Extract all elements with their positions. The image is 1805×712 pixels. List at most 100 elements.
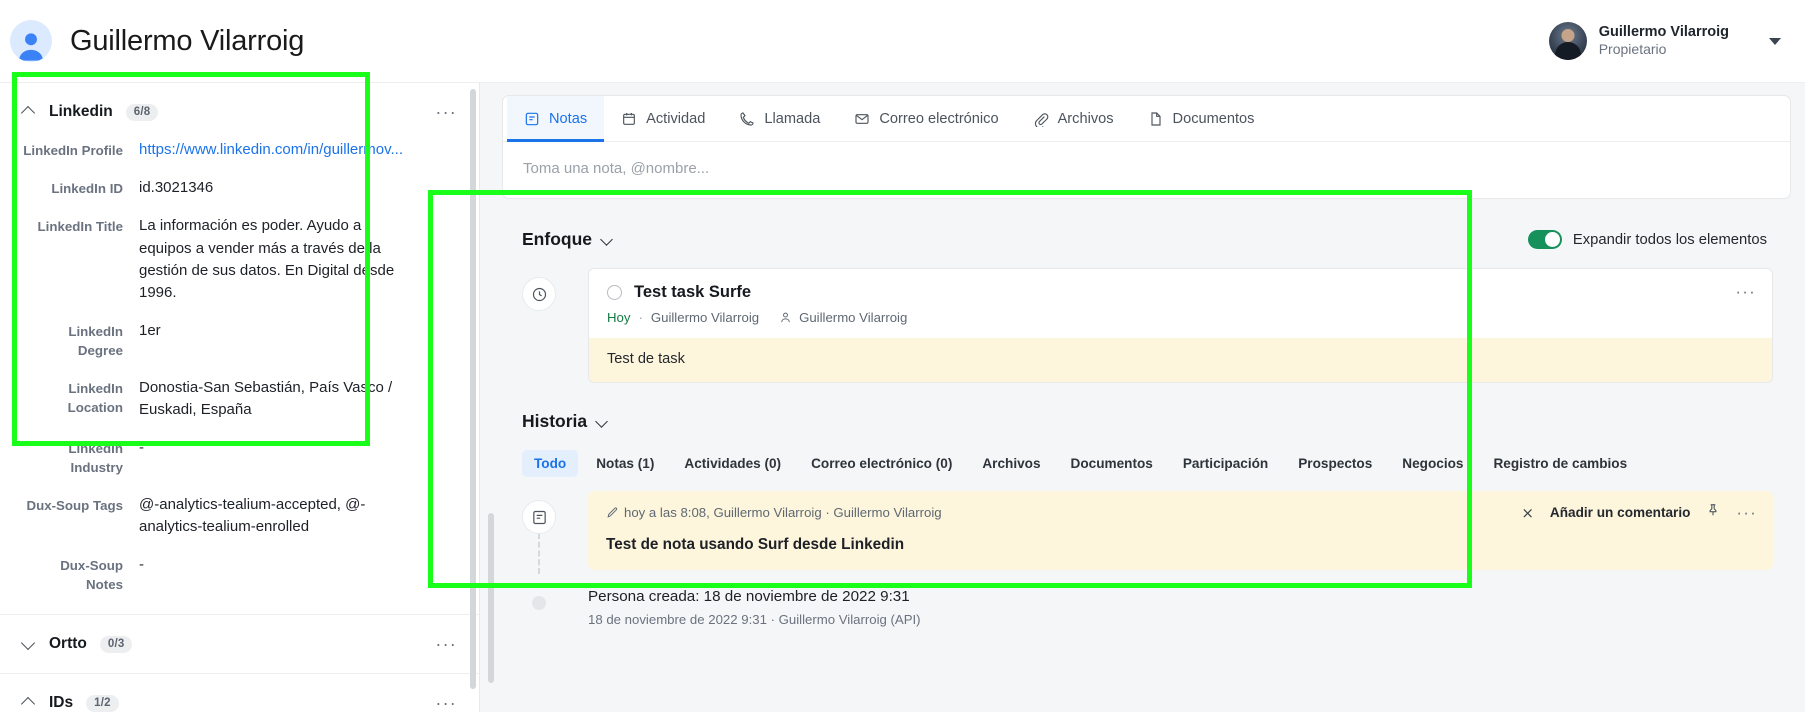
section-title: Ortto	[49, 635, 87, 653]
section-more-icon[interactable]: ···	[435, 635, 457, 653]
history-tab-participacion[interactable]: Participación	[1171, 450, 1280, 477]
history-tab-registro-de-cambios[interactable]: Registro de cambios	[1481, 450, 1639, 477]
app-root: Guillermo Vilarroig Guillermo Vilarroig …	[0, 0, 1805, 712]
section-count-badge: 6/8	[125, 103, 159, 121]
user-meta: Guillermo Vilarroig Propietario	[1599, 23, 1729, 59]
history-tab-documentos[interactable]: Documentos	[1059, 450, 1165, 477]
tab-documentos[interactable]: Documentos	[1131, 96, 1272, 141]
note-meta-text: hoy a las 8:08, Guillermo Vilarroig · Gu…	[624, 505, 942, 520]
tab-label: Correo electrónico	[879, 111, 999, 127]
history-tab-correo-electronico[interactable]: Correo electrónico (0)	[799, 450, 964, 477]
field-row: LinkedIn Title La información es poder. …	[22, 215, 453, 304]
field-label: Dux-Soup Notes	[60, 557, 123, 593]
history-tab-archivos[interactable]: Archivos	[970, 450, 1052, 477]
expand-all-toggle-wrap[interactable]: Expandir todos los elementos	[1527, 230, 1767, 249]
pin-icon[interactable]	[1706, 503, 1720, 522]
user-icon	[781, 312, 790, 323]
field-value-linkedin-profile[interactable]: https://www.linkedin.com/in/guillermov..…	[139, 139, 403, 161]
focus-header: Enfoque Expandir todos los elementos	[522, 229, 1773, 250]
note-meta: hoy a las 8:08, Guillermo Vilarroig · Gu…	[606, 505, 942, 520]
field-value-linkedin-id: id.3021346	[139, 179, 214, 197]
user-name: Guillermo Vilarroig	[1598, 24, 1729, 41]
field-value-dux-soup-tags: @-analytics-tealium-accepted, @-analytic…	[139, 495, 366, 535]
chevron-up-icon[interactable]	[22, 105, 36, 119]
sidebar-scrollbar-thumb[interactable]	[470, 89, 476, 689]
user-role: Propietario	[1598, 41, 1667, 58]
section-header-linkedin[interactable]: Linkedin 6/8	[22, 101, 453, 123]
focus-title-toggle[interactable]: Enfoque	[522, 229, 613, 250]
section-more-icon[interactable]: ···	[435, 103, 457, 121]
tab-llamada[interactable]: Llamada	[722, 96, 837, 141]
expand-all-toggle[interactable]	[1527, 230, 1562, 249]
field-value-dux-soup-notes: -	[139, 555, 144, 573]
top-bar-left: Guillermo Vilarroig	[10, 20, 304, 62]
note-icon	[525, 112, 539, 126]
tab-label: Documentos	[1172, 111, 1255, 127]
tab-label: Notas	[549, 111, 588, 127]
section-title: Linkedin	[49, 103, 113, 120]
history-tab-todo[interactable]: Todo	[522, 450, 579, 477]
history-tab-notas[interactable]: Notas (1)	[584, 450, 666, 477]
field-row: LinkedIn Industry -	[22, 437, 453, 478]
timeline-connector	[538, 533, 540, 574]
clock-icon	[522, 277, 556, 311]
event-title: Persona creada: 18 de noviembre de 2022 …	[588, 588, 910, 605]
composer-tabs: Notas Actividad Llamada Correo electróni…	[503, 96, 1790, 142]
field-row: Dux-Soup Notes -	[22, 554, 453, 595]
field-list-linkedin: LinkedIn Profile https://www.linkedin.co…	[22, 139, 453, 594]
page-title: Guillermo Vilarroig	[70, 24, 305, 57]
history-tab-actividades[interactable]: Actividades (0)	[672, 450, 793, 477]
field-label: Dux-Soup Tags	[26, 497, 123, 513]
task-timeline-row: Test task Surfe Hoy · Guillermo Vilarroi…	[522, 268, 1773, 383]
note-more-icon[interactable]: ···	[1736, 504, 1757, 521]
phone-icon	[740, 112, 754, 126]
history-tab-prospectos[interactable]: Prospectos	[1286, 450, 1384, 477]
field-row: Dux-Soup Tags @-analytics-tealium-accept…	[22, 494, 453, 538]
avatar	[1548, 22, 1587, 60]
chevron-down-icon[interactable]	[601, 234, 613, 246]
field-value-linkedin-industry: -	[139, 439, 144, 457]
paperclip-icon	[1034, 113, 1048, 127]
chevron-down-icon[interactable]	[22, 637, 36, 651]
tab-actividad[interactable]: Actividad	[604, 96, 722, 141]
section-header-ortto[interactable]: Ortto 0/3	[22, 633, 453, 655]
field-label: LinkedIn ID	[51, 181, 123, 197]
sidebar-section-linkedin: Linkedin 6/8 ··· LinkedIn Profile https:…	[0, 83, 479, 616]
collapse-icon[interactable]: ⨯	[1521, 504, 1534, 522]
note-input[interactable]: Toma una nota, @nombre...	[503, 142, 1790, 198]
task-header: Test task Surfe Hoy · Guillermo Vilarroi…	[589, 269, 1772, 338]
task-meta-separator: ·	[638, 310, 643, 325]
tab-correo-electronico[interactable]: Correo electrónico	[837, 96, 1015, 141]
pencil-icon	[607, 507, 618, 518]
chevron-down-icon[interactable]	[596, 416, 608, 428]
task-meta: Hoy · Guillermo Vilarroig Guillermo Vila…	[607, 310, 1754, 325]
tab-notas[interactable]: Notas	[507, 96, 605, 142]
chevron-down-icon[interactable]	[1769, 37, 1781, 45]
note-actions: ⨯ Añadir un comentario ···	[1521, 503, 1757, 522]
field-row: LinkedIn Degree 1er	[22, 320, 453, 361]
note-composer: Notas Actividad Llamada Correo electróni…	[502, 95, 1791, 199]
add-comment-button[interactable]: Añadir un comentario	[1550, 505, 1690, 520]
task-body: Test de task	[589, 338, 1772, 382]
section-header-ids[interactable]: IDs 1/2	[22, 692, 453, 712]
focus-title: Enfoque	[522, 229, 592, 249]
section-more-icon[interactable]: ···	[435, 694, 457, 712]
expand-all-label: Expandir todos los elementos	[1572, 231, 1767, 248]
task-more-icon[interactable]: ···	[1735, 283, 1756, 300]
main-scrollbar-thumb[interactable]	[488, 513, 494, 683]
task-complete-checkbox[interactable]	[607, 285, 622, 300]
task-title-row: Test task Surfe	[607, 283, 1754, 302]
history-title-toggle[interactable]: Historia	[522, 411, 1773, 432]
field-value-linkedin-location: Donostia-San Sebastián, País Vasco / Eus…	[139, 378, 393, 418]
section-title: IDs	[49, 694, 74, 712]
history-tab-negocios[interactable]: Negocios	[1390, 450, 1475, 477]
event-subtitle: 18 de noviembre de 2022 9:31 · Guillermo…	[588, 612, 921, 627]
timeline-dot	[532, 596, 546, 610]
section-count-badge: 0/3	[99, 635, 133, 653]
history-event-row: Persona creada: 18 de noviembre de 2022 …	[522, 580, 1773, 627]
chevron-up-icon[interactable]	[22, 696, 36, 710]
history-note-row: hoy a las 8:08, Guillermo Vilarroig · Gu…	[522, 491, 1773, 574]
field-row: LinkedIn Location Donostia-San Sebastián…	[22, 377, 453, 421]
tab-archivos[interactable]: Archivos	[1016, 96, 1131, 141]
user-menu[interactable]: Guillermo Vilarroig Propietario	[1548, 22, 1781, 60]
